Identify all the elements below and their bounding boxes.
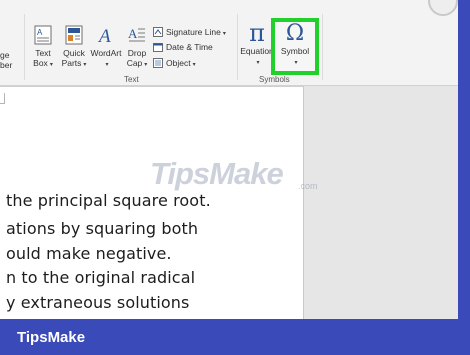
- signature-line-button[interactable]: Signature Line ▾: [153, 27, 226, 40]
- drop-cap-icon: A: [128, 26, 145, 42]
- document-text-line: the principal square root.: [6, 191, 211, 210]
- text-box-label-1: Text: [35, 48, 51, 58]
- date-time-label: Date & Time: [166, 42, 213, 52]
- insert-ribbon: ge ber A Text Box ▾ Quick Parts ▾ A Word…: [0, 0, 458, 86]
- watermark-logo: TipsMake: [150, 156, 284, 191]
- signature-line-icon: [153, 27, 163, 37]
- svg-text:A: A: [97, 26, 111, 46]
- wordart-button[interactable]: A WordArt ▾: [89, 24, 123, 70]
- text-box-icon: A: [34, 25, 52, 45]
- margin-mark: [4, 93, 5, 103]
- text-box-button[interactable]: A Text Box ▾: [30, 24, 56, 70]
- svg-text:A: A: [128, 26, 138, 41]
- divider: [237, 14, 238, 80]
- document-text-line: n to the original radical: [6, 268, 196, 287]
- watermark-suffix: .com: [298, 181, 318, 191]
- text-group-label: Text: [124, 75, 139, 84]
- symbols-group-label: Symbols: [259, 75, 290, 84]
- object-label: Object: [166, 58, 191, 68]
- object-button[interactable]: Object ▾: [153, 58, 196, 71]
- document-text-line: y extraneous solutions: [6, 293, 190, 312]
- symbol-caret: ▾: [294, 60, 298, 66]
- drop-cap-label-2: Cap ▾: [126, 58, 148, 68]
- symbol-button[interactable]: Ω Symbol ▾: [275, 22, 315, 68]
- divider: [322, 14, 323, 80]
- word-window: ge ber A Text Box ▾ Quick Parts ▾ A Word…: [0, 0, 458, 319]
- signature-line-label: Signature Line: [166, 27, 221, 37]
- pi-icon: π: [249, 19, 265, 47]
- svg-text:A: A: [37, 28, 43, 37]
- symbol-label: Symbol: [280, 46, 310, 56]
- omega-icon: Ω: [285, 21, 305, 46]
- wordart-icon: A: [97, 26, 111, 47]
- object-icon: [153, 58, 163, 68]
- quick-parts-icon: [65, 25, 83, 45]
- text-box-label-2: Box ▾: [33, 58, 53, 68]
- drop-cap-button[interactable]: A Drop Cap ▾: [124, 24, 150, 70]
- document-text-line: ould make negative.: [6, 244, 172, 263]
- document-canvas: the principal square root. ations by squ…: [0, 86, 458, 319]
- wordart-label: WordArt: [90, 48, 122, 58]
- account-avatar[interactable]: [428, 0, 458, 16]
- quick-parts-label-2: Parts ▾: [61, 58, 87, 68]
- equation-button[interactable]: π Equation ▾: [240, 20, 274, 68]
- partial-left-top: ge: [0, 50, 10, 60]
- quick-parts-label-1: Quick: [63, 48, 85, 58]
- quick-parts-button[interactable]: Quick Parts ▾: [59, 24, 89, 70]
- equation-label: Equation: [240, 46, 274, 56]
- footer-brand: TipsMake: [17, 329, 86, 346]
- wordart-caret: ▾: [105, 62, 109, 68]
- document-page[interactable]: the principal square root. ations by squ…: [0, 86, 304, 319]
- calendar-icon: [153, 43, 163, 52]
- date-time-button[interactable]: Date & Time: [153, 42, 213, 53]
- margin-mark: [0, 103, 5, 104]
- equation-caret: ▾: [256, 60, 260, 66]
- partial-left-bottom: ber: [0, 60, 13, 70]
- partial-button-left[interactable]: ge ber: [0, 50, 14, 70]
- document-text-line: ations by squaring both: [6, 219, 199, 238]
- drop-cap-label-1: Drop: [127, 48, 147, 58]
- divider: [24, 14, 25, 80]
